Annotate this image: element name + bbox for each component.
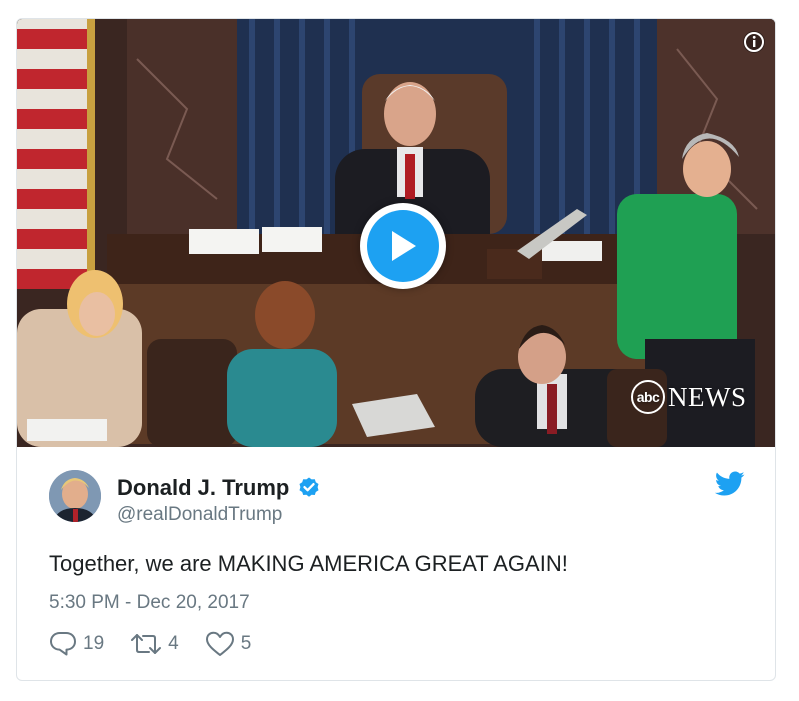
avatar[interactable] <box>49 470 101 522</box>
reply-count: 19 <box>83 633 105 654</box>
retweet-icon <box>131 634 162 654</box>
reply-button[interactable]: 19 <box>49 631 104 657</box>
tweet-text: Together, we are MAKING AMERICA GREAT AG… <box>49 551 568 576</box>
twitter-bird-icon[interactable] <box>715 471 745 497</box>
embedded-tweet-card: abc NEWS Donald J. Trump @realDonaldTrum… <box>16 18 776 681</box>
abc-news-watermark: abc NEWS <box>631 380 747 414</box>
heart-icon <box>205 631 234 656</box>
like-count: 5 <box>240 633 252 654</box>
info-button[interactable] <box>743 31 765 53</box>
retweet-count: 4 <box>168 633 179 654</box>
video-player[interactable]: abc NEWS <box>17 19 775 447</box>
avatar-image <box>49 470 101 522</box>
author-name[interactable]: Donald J. Trump <box>117 475 289 501</box>
play-icon <box>392 231 416 261</box>
tweet-timestamp[interactable]: 5:30 PM - Dec 20, 2017 <box>49 592 250 614</box>
reply-icon <box>50 632 76 656</box>
like-button[interactable]: 5 <box>205 631 252 657</box>
author-handle[interactable]: @realDonaldTrump <box>117 504 282 526</box>
play-button[interactable] <box>360 203 446 289</box>
tweet-actions: 19 4 5 <box>49 631 277 657</box>
info-icon <box>744 32 764 52</box>
news-logo-text: NEWS <box>668 381 747 412</box>
play-button-circle <box>367 210 439 282</box>
retweet-button[interactable]: 4 <box>130 631 179 657</box>
verified-badge-icon <box>299 477 319 497</box>
author-name-row[interactable]: Donald J. Trump <box>117 475 321 501</box>
abc-logo: abc <box>631 380 665 414</box>
